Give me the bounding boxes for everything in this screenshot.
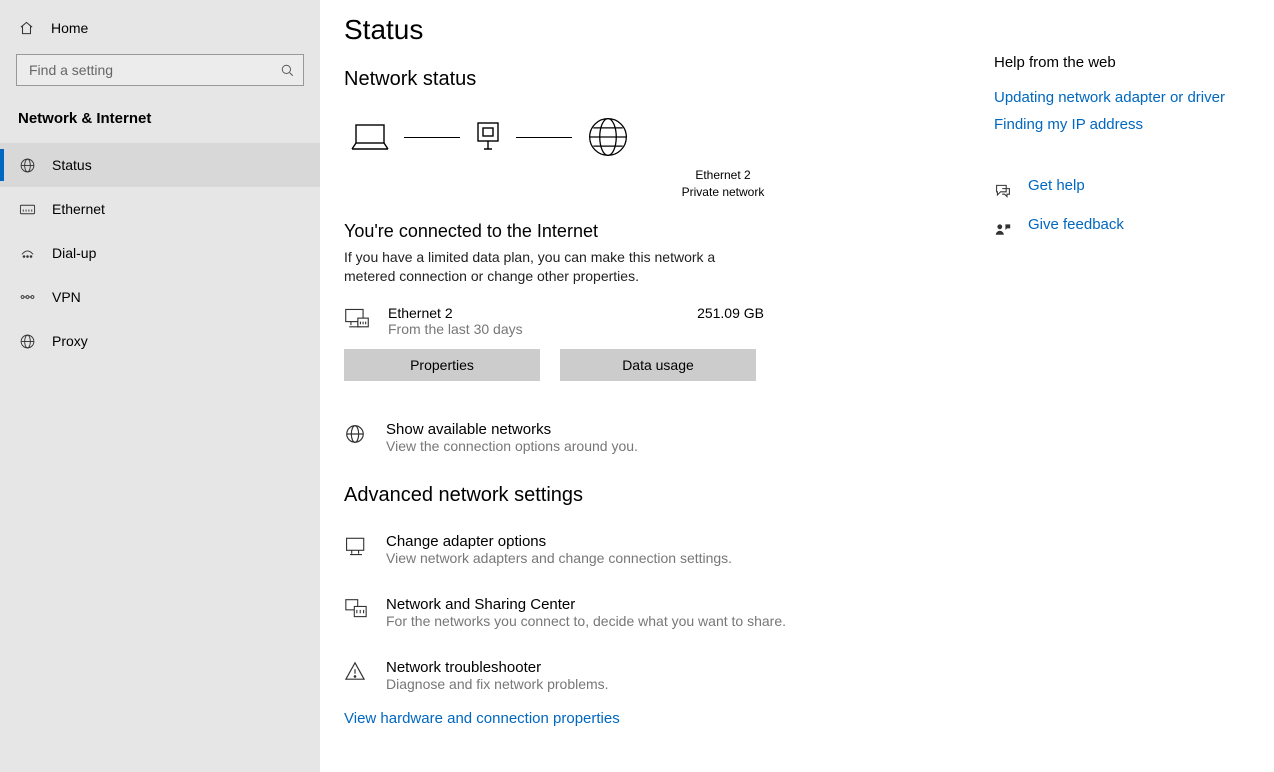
- internet-globe-icon: [586, 115, 630, 159]
- sharing-center-sub: For the networks you connect to, decide …: [386, 613, 786, 629]
- home-icon: [18, 20, 35, 36]
- show-networks-row[interactable]: Show available networks View the connect…: [344, 421, 986, 454]
- troubleshooter-sub: Diagnose and fix network problems.: [386, 676, 609, 692]
- data-usage-button[interactable]: Data usage: [560, 349, 756, 381]
- sidebar-item-label: Proxy: [52, 333, 88, 349]
- adapter-icon: [474, 121, 502, 153]
- adapter-options-row[interactable]: Change adapter options View network adap…: [344, 533, 986, 566]
- sharing-center-title: Network and Sharing Center: [386, 596, 786, 613]
- sidebar-item-dialup[interactable]: Dial-up: [0, 231, 320, 275]
- help-link-adapter[interactable]: Updating network adapter or driver: [994, 89, 1246, 106]
- sidebar-item-label: Status: [52, 157, 92, 173]
- connected-desc: If you have a limited data plan, you can…: [344, 248, 764, 287]
- get-help-link[interactable]: Get help: [1028, 177, 1085, 194]
- show-networks-title: Show available networks: [386, 421, 638, 438]
- network-status-heading: Network status: [344, 68, 986, 91]
- dialup-icon: [18, 244, 36, 262]
- diagram-adapter-name: Ethernet 2: [460, 167, 986, 184]
- properties-button[interactable]: Properties: [344, 349, 540, 381]
- advanced-heading: Advanced network settings: [344, 484, 986, 507]
- feedback-icon: [994, 222, 1012, 238]
- diagram-line: [404, 137, 460, 138]
- adapter-options-sub: View network adapters and change connect…: [386, 550, 732, 566]
- sidebar: Home Network & Internet Statu: [0, 0, 320, 772]
- page-title: Status: [344, 14, 986, 46]
- warning-icon: [344, 661, 368, 683]
- help-link-ip[interactable]: Finding my IP address: [994, 116, 1246, 133]
- proxy-icon: [18, 332, 36, 350]
- sidebar-nav: Status Ethernet Dial-up: [0, 139, 320, 363]
- sharing-center-row[interactable]: Network and Sharing Center For the netwo…: [344, 596, 986, 629]
- network-diagram: [344, 105, 986, 163]
- sidebar-home[interactable]: Home: [0, 12, 320, 44]
- connection-sub: From the last 30 days: [388, 321, 679, 337]
- right-column: Help from the web Updating network adapt…: [986, 14, 1246, 772]
- diagram-labels: Ethernet 2 Private network: [460, 167, 986, 201]
- sidebar-item-proxy[interactable]: Proxy: [0, 319, 320, 363]
- globe-icon: [344, 423, 368, 445]
- connection-usage: 251.09 GB: [697, 305, 764, 321]
- ethernet-icon: [18, 200, 36, 218]
- connection-row: Ethernet 2 From the last 30 days 251.09 …: [344, 305, 764, 337]
- globe-icon: [18, 156, 36, 174]
- chat-icon: [994, 183, 1012, 199]
- connection-name: Ethernet 2: [388, 305, 679, 321]
- sidebar-section-title: Network & Internet: [0, 92, 320, 139]
- search-icon: [280, 63, 295, 78]
- feedback-link[interactable]: Give feedback: [1028, 216, 1124, 233]
- adapter-options-title: Change adapter options: [386, 533, 732, 550]
- vpn-icon: [18, 288, 36, 306]
- connected-title: You're connected to the Internet: [344, 221, 986, 242]
- search-box[interactable]: [16, 54, 304, 86]
- sidebar-item-status[interactable]: Status: [0, 143, 320, 187]
- sidebar-item-vpn[interactable]: VPN: [0, 275, 320, 319]
- diagram-line: [516, 137, 572, 138]
- view-hardware-link[interactable]: View hardware and connection properties: [344, 710, 986, 727]
- sidebar-item-label: VPN: [52, 289, 81, 305]
- help-heading: Help from the web: [994, 54, 1246, 71]
- sidebar-item-label: Dial-up: [52, 245, 96, 261]
- feedback-row[interactable]: Give feedback: [994, 216, 1246, 243]
- diagram-network-type: Private network: [460, 184, 986, 201]
- troubleshooter-title: Network troubleshooter: [386, 659, 609, 676]
- ethernet-monitor-icon: [344, 307, 370, 329]
- sidebar-home-label: Home: [51, 20, 88, 36]
- sidebar-item-label: Ethernet: [52, 201, 105, 217]
- main-content: Status Network status: [344, 14, 986, 772]
- troubleshooter-row[interactable]: Network troubleshooter Diagnose and fix …: [344, 659, 986, 692]
- sharing-center-icon: [344, 598, 368, 620]
- show-networks-sub: View the connection options around you.: [386, 438, 638, 454]
- search-input[interactable]: [27, 61, 280, 79]
- adapter-options-icon: [344, 535, 368, 557]
- laptop-icon: [350, 121, 390, 153]
- sidebar-item-ethernet[interactable]: Ethernet: [0, 187, 320, 231]
- get-help-row[interactable]: Get help: [994, 177, 1246, 204]
